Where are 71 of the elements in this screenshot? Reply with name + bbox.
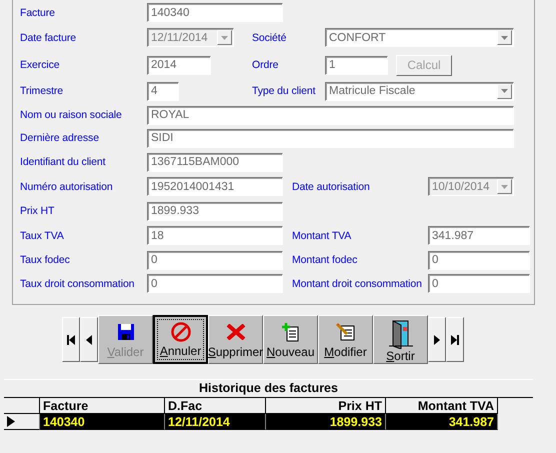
field-label: Date autorisation <box>292 180 371 192</box>
caret-icon <box>221 36 228 40</box>
row-selector-cell[interactable] <box>4 414 40 430</box>
field-label: Date facture <box>20 32 77 44</box>
field-label: Identifiant du client <box>20 156 106 168</box>
text-field[interactable]: 0 <box>147 274 283 293</box>
text-field[interactable]: ROYAL <box>147 106 514 124</box>
first-record-button[interactable] <box>62 317 80 362</box>
toolbar-button[interactable]: Sortir <box>373 315 428 364</box>
text-field[interactable]: 1952014001431 <box>147 177 283 196</box>
dropdown-button[interactable] <box>497 84 512 98</box>
grid-title: Historique des factures <box>4 379 533 398</box>
field-label: Ordre <box>252 59 280 71</box>
text-field[interactable]: 0 <box>147 250 283 270</box>
caret-icon <box>501 36 508 40</box>
column-header[interactable]: D.Fac <box>165 398 266 414</box>
prohibited-icon <box>170 321 192 343</box>
column-header[interactable]: Prix HT <box>266 398 386 414</box>
last-record-icon <box>450 334 460 346</box>
toolbar-button[interactable]: Nouveau <box>263 315 318 364</box>
table-cell: 140340 <box>40 414 165 430</box>
cross-icon <box>226 324 246 340</box>
dropdown-button[interactable] <box>497 30 512 45</box>
column-header[interactable]: Facture <box>40 398 165 414</box>
next-record-button[interactable] <box>428 317 446 362</box>
field-label: Taux droit consommation <box>20 278 136 290</box>
previous-record-icon <box>84 334 94 346</box>
table-cell: 12/11/2014 <box>165 414 266 430</box>
text-field[interactable]: 18 <box>147 226 283 245</box>
text-field[interactable]: SIDI <box>147 128 514 148</box>
text-field[interactable]: 0 <box>428 250 530 270</box>
text-field[interactable]: 1367115BAM000 <box>147 152 283 172</box>
text-field[interactable]: 4 <box>147 82 179 100</box>
table-cell: 341.987 <box>386 414 498 430</box>
new-document-icon <box>280 322 300 342</box>
text-field[interactable]: 341.987 <box>428 226 530 245</box>
text-field[interactable]: 1899.933 <box>147 202 283 220</box>
field-label: Prix HT <box>20 205 56 217</box>
caret-icon <box>501 89 508 93</box>
field-label: Montant fodec <box>292 254 358 266</box>
field-label: Facture <box>20 6 56 18</box>
field-label: Type du client <box>252 85 316 97</box>
toolbar-button[interactable]: Modifier <box>318 315 373 364</box>
previous-record-button[interactable] <box>80 317 98 362</box>
field-label: Montant droit consommation <box>292 278 423 290</box>
column-header[interactable]: Montant TVA <box>386 398 498 414</box>
door-icon <box>386 319 414 349</box>
next-record-icon <box>432 334 442 346</box>
field-label: Nom ou raison sociale <box>20 109 123 121</box>
first-record-icon <box>66 334 76 346</box>
field-label: Dernière adresse <box>20 132 100 144</box>
field-label: Numéro autorisation <box>20 180 114 192</box>
notepad-pencil-icon <box>334 322 356 342</box>
dropdown-field[interactable]: Matricule Fiscale <box>325 82 514 100</box>
text-field[interactable]: 1 <box>325 56 388 74</box>
last-record-button[interactable] <box>446 317 464 362</box>
caret-icon <box>501 184 508 188</box>
field-label: Trimestre <box>20 85 64 97</box>
text-field[interactable]: 140340 <box>147 3 283 22</box>
field-label: Taux fodec <box>20 254 71 266</box>
field-label: Taux TVA <box>20 230 65 242</box>
toolbar-button[interactable]: Supprimer <box>208 315 263 364</box>
toolbar-button[interactable]: Annuler <box>153 315 208 364</box>
field-label: Société <box>252 32 288 44</box>
field-label: Exercice <box>20 59 60 71</box>
text-field[interactable]: 0 <box>428 274 530 293</box>
row-selector-header <box>4 398 40 414</box>
table-cell: 1899.933 <box>266 414 386 430</box>
text-field[interactable]: 2014 <box>147 56 211 74</box>
field-label: Montant TVA <box>292 230 352 242</box>
dropdown-field[interactable]: CONFORT <box>325 28 514 47</box>
